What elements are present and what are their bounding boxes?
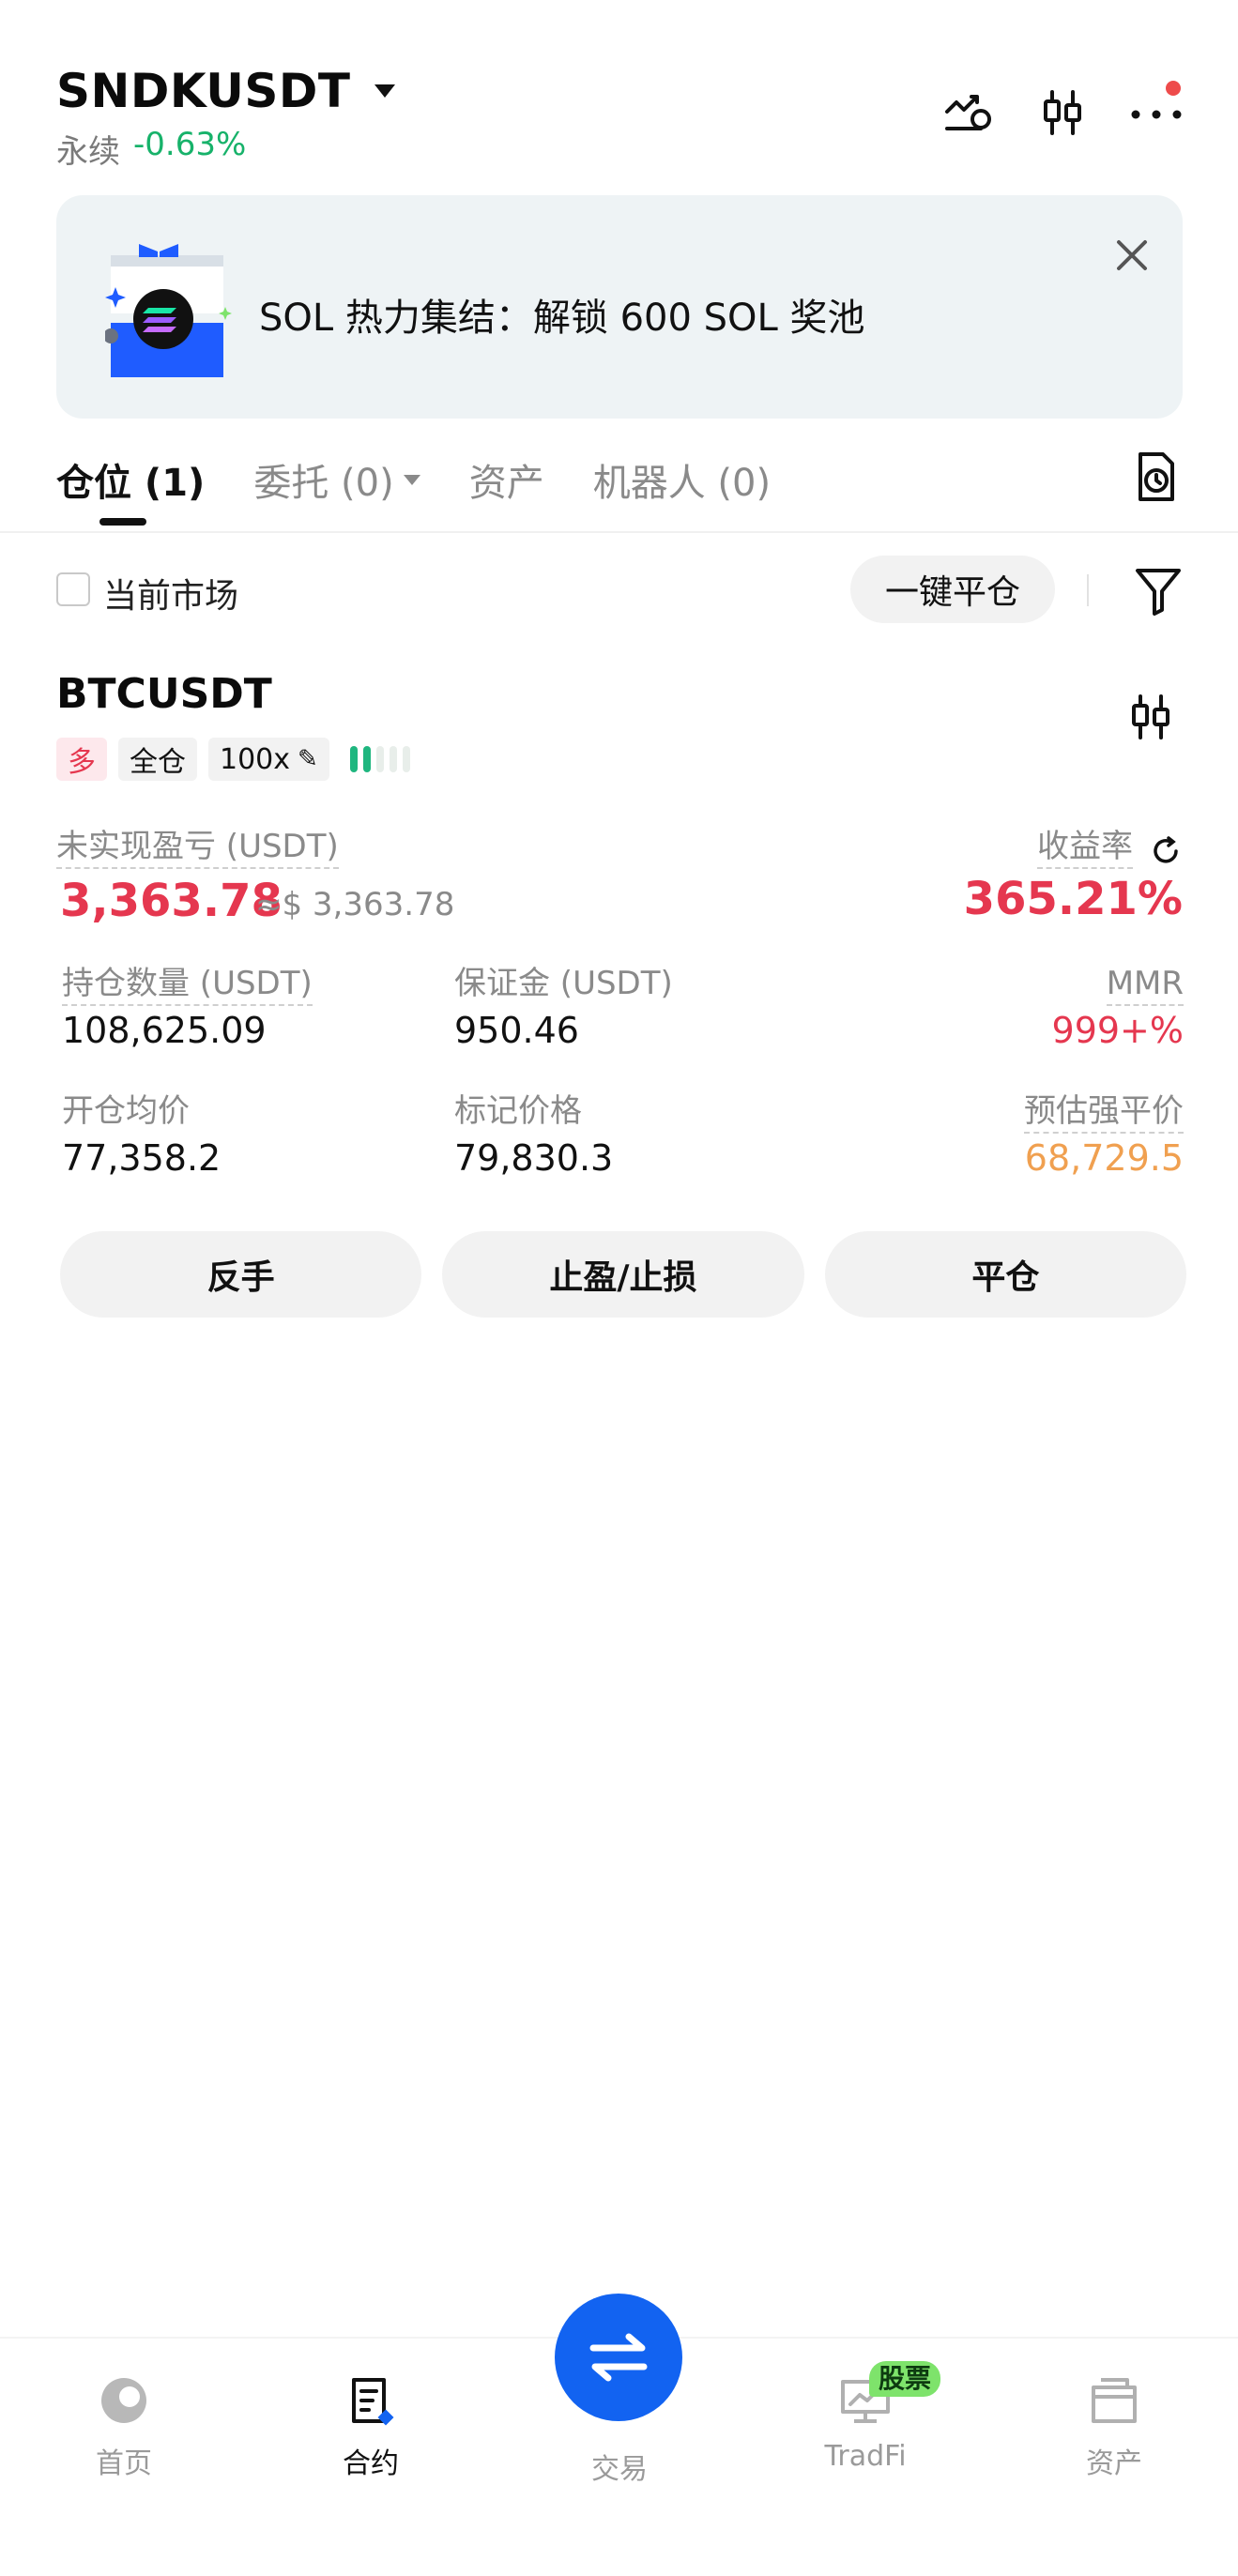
position-actions: 反手 止盈/止损 平仓	[60, 1231, 1186, 1318]
upnl-usd-value: ≈$ 3,363.78	[255, 886, 455, 923]
mmr-value: 999+%	[1051, 1010, 1184, 1051]
bottom-nav: 首页 合约 交易 TradFi 股票 资产	[0, 2294, 1238, 2576]
history-icon[interactable]	[1129, 450, 1182, 503]
tab-orders[interactable]: 委托 (0)	[253, 447, 420, 512]
liq-price-value: 68,729.5	[1024, 1137, 1184, 1179]
trade-button[interactable]	[555, 2294, 682, 2421]
swap-icon	[589, 2333, 648, 2382]
current-market-label[interactable]: 当前市场	[103, 569, 238, 617]
roe-value: 365.21%	[963, 873, 1183, 925]
nav-label: 资产	[1086, 2447, 1142, 2480]
tab-label: 机器人 (0)	[592, 462, 772, 505]
tab-label: 仓位 (1)	[56, 462, 206, 505]
tab-label: 资产	[468, 462, 544, 505]
more-icon[interactable]	[1130, 81, 1183, 139]
position-tabs: 仓位 (1) 委托 (0) 资产 机器人 (0)	[56, 447, 1183, 531]
margin-value: 950.46	[454, 1010, 579, 1051]
tab-positions[interactable]: 仓位 (1)	[56, 447, 206, 526]
roe-label[interactable]: 收益率	[1037, 828, 1133, 869]
banner-text[interactable]: SOL 热力集结：解锁 600 SOL 奖池	[259, 287, 865, 342]
tp-sl-button[interactable]: 止盈/止损	[442, 1231, 804, 1318]
liq-price-label[interactable]: 预估强平价	[1024, 1092, 1184, 1134]
margin-mode-badge[interactable]: 全仓	[118, 738, 197, 781]
entry-price-label: 开仓均价	[62, 1092, 190, 1130]
side-badge: 多	[56, 738, 107, 781]
contract-type: 永续	[56, 133, 120, 171]
filter-icon[interactable]	[1134, 565, 1183, 617]
promo-banner[interactable]: SOL 热力集结：解锁 600 SOL 奖池	[56, 195, 1183, 419]
tab-bots[interactable]: 机器人 (0)	[593, 447, 771, 512]
nav-label: TradFi	[824, 2440, 907, 2473]
risk-level-bars	[349, 746, 410, 772]
mmr-label[interactable]: MMR	[1106, 965, 1184, 1006]
leverage-value: 100x	[220, 742, 291, 776]
position-symbol[interactable]: BTCUSDT	[56, 670, 272, 718]
position-tags: 多 全仓 100x ✎	[56, 738, 410, 781]
margin-label: 保证金 (USDT)	[454, 965, 673, 1002]
nav-label: 首页	[96, 2447, 152, 2480]
candlestick-icon[interactable]	[1129, 693, 1182, 745]
notification-dot	[1166, 81, 1181, 96]
separator	[1087, 574, 1089, 606]
upnl-label[interactable]: 未实现盈亏 (USDT)	[56, 828, 339, 869]
upnl-value: 3,363.78	[60, 875, 283, 927]
risk-bar	[375, 746, 384, 772]
refresh-icon[interactable]	[1150, 835, 1182, 867]
size-value: 108,625.09	[62, 1010, 267, 1051]
filter-row: 当前市场 一键平仓	[56, 556, 1183, 627]
price-change: -0.63%	[133, 126, 247, 163]
entry-price-value: 77,358.2	[62, 1137, 222, 1179]
chevron-down-icon	[403, 474, 420, 485]
size-label[interactable]: 持仓数量 (USDT)	[62, 965, 313, 1006]
pencil-icon: ✎	[298, 745, 318, 773]
nav-assets[interactable]: 资产	[1030, 2372, 1199, 2481]
mark-price-value: 79,830.3	[454, 1137, 614, 1179]
nav-trade-label[interactable]: 交易	[563, 2446, 676, 2487]
risk-bar	[402, 746, 410, 772]
tab-label: 委托 (0)	[253, 462, 394, 505]
close-all-button[interactable]: 一键平仓	[850, 556, 1055, 623]
nav-home[interactable]: 首页	[39, 2372, 208, 2481]
mark-price-label: 标记价格	[454, 1092, 582, 1130]
risk-bar	[389, 746, 397, 772]
stock-badge: 股票	[869, 2361, 941, 2397]
wallet-icon	[1092, 2378, 1137, 2423]
nav-tradfi[interactable]: TradFi 股票	[781, 2361, 950, 2473]
chevron-down-icon[interactable]	[374, 84, 396, 98]
close-icon[interactable]	[1109, 233, 1154, 278]
risk-bar	[349, 746, 358, 772]
symbol-title[interactable]: SNDKUSDT	[56, 64, 350, 118]
current-market-checkbox[interactable]	[56, 572, 90, 606]
sol-promo-illustration	[103, 238, 237, 379]
reverse-button[interactable]: 反手	[60, 1231, 422, 1318]
header: SNDKUSDT 永续 -0.63%	[56, 64, 1183, 176]
nav-futures[interactable]: 合约	[286, 2372, 455, 2481]
leverage-badge[interactable]: 100x ✎	[208, 738, 329, 781]
home-icon	[101, 2378, 146, 2423]
futures-icon	[352, 2378, 394, 2426]
strategy-icon[interactable]	[942, 86, 995, 139]
nav-label: 合约	[343, 2447, 399, 2480]
divider	[0, 531, 1238, 533]
close-position-button[interactable]: 平仓	[824, 1231, 1186, 1318]
tab-assets[interactable]: 资产	[469, 447, 544, 512]
risk-bar	[362, 746, 371, 772]
candlestick-icon[interactable]	[1036, 86, 1089, 139]
